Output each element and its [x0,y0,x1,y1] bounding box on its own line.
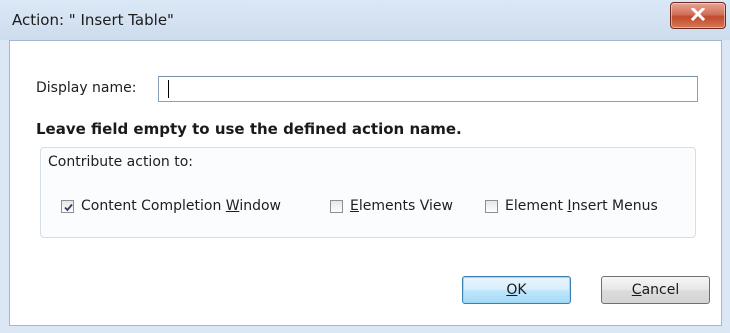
display-name-input[interactable] [158,76,698,102]
close-button[interactable] [670,2,726,29]
checkbox-checked[interactable] [61,199,74,213]
contribute-group-label: Contribute action to: [48,154,193,170]
ok-button[interactable]: OK [462,276,571,304]
display-name-label: Display name: [36,80,137,96]
text-caret [168,80,169,98]
window-title: Action: " Insert Table" [12,11,174,29]
checkbox-unchecked[interactable] [485,199,498,213]
cancel-button[interactable]: Cancel [601,276,710,304]
checkmark-icon [64,203,73,211]
checkbox-unchecked[interactable] [330,199,343,213]
title-bar[interactable]: Action: " Insert Table" [0,0,730,40]
checkbox-label: Content Completion Window [81,198,281,214]
hint-text: Leave field empty to use the defined act… [36,120,462,138]
dialog-window: Action: " Insert Table" Display name: Le… [0,0,730,333]
dialog-body: Display name: Leave field empty to use t… [9,40,722,326]
elements-view-checkbox[interactable]: Elements View [330,196,453,216]
close-icon [691,8,705,21]
checkbox-label: Element Insert Menus [505,198,658,214]
content-completion-window-checkbox[interactable]: Content Completion Window [61,196,281,216]
element-insert-menus-checkbox[interactable]: Element Insert Menus [485,196,658,216]
checkbox-label: Elements View [350,198,453,214]
